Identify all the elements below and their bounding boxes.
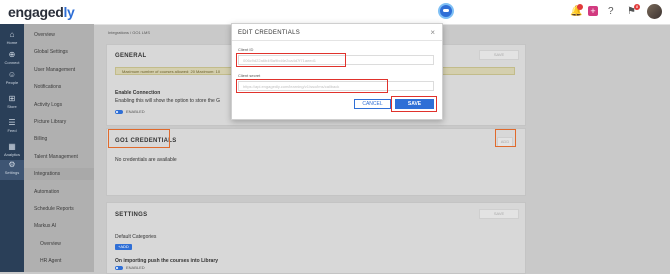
push-courses-toggle[interactable] (115, 266, 123, 270)
home-icon: ⌂ (9, 30, 15, 39)
credentials-title-highlight (108, 129, 170, 148)
assistant-mascot-icon[interactable] (438, 3, 454, 19)
rail-item-label: Store (7, 104, 17, 109)
settings-card: SETTINGS SAVE Default Categories +ADD On… (106, 202, 526, 274)
help-icon[interactable]: ? (608, 6, 614, 17)
subnav-item[interactable]: Talent Management (34, 154, 78, 160)
brand-logo-prefix: engaged (8, 4, 64, 20)
subnav-item[interactable]: Automation (34, 189, 59, 195)
subnav-item[interactable]: User Management (34, 67, 75, 73)
subnav-item[interactable]: Markus AI (34, 223, 56, 229)
general-title: GENERAL (115, 53, 147, 59)
subnav-item[interactable]: Overview (40, 241, 61, 247)
save-button-highlight (391, 96, 437, 112)
rail-item-people[interactable]: ☺ People (0, 70, 24, 90)
rail-item-settings[interactable]: ⚙ Settings (0, 160, 24, 180)
rail-item-analytics[interactable]: ▦ Analytics (0, 142, 24, 162)
avatar[interactable] (647, 4, 662, 19)
subnav-item[interactable]: Overview (34, 32, 55, 38)
default-categories-label: Default Categories (115, 234, 157, 240)
push-courses-toggle-label: ENABLED (126, 265, 145, 270)
analytics-icon: ▦ (8, 142, 16, 151)
rail-item-label: Home (6, 40, 18, 45)
rail-item-store[interactable]: ⊞ Store (0, 94, 24, 114)
rail-item-label: Connect (4, 60, 20, 65)
rail-item-label: Feed (7, 128, 17, 133)
notification-dot (577, 4, 583, 10)
enable-connection-toggle[interactable] (115, 110, 123, 114)
push-courses-label: On importing push the courses into Libra… (115, 258, 219, 264)
enable-connection-toggle-label: ENABLED (126, 109, 145, 114)
settings-icon: ⚙ (8, 160, 16, 169)
people-icon: ☺ (7, 70, 17, 79)
store-icon: ⊞ (8, 94, 16, 103)
rail-item-label: Analytics (3, 152, 20, 157)
subnav-item[interactable]: Activity Logs (34, 102, 62, 108)
subnav-item[interactable]: Integrations (24, 168, 94, 181)
rail-item-label: People (5, 80, 19, 85)
dialog-title: EDIT CREDENTIALS (238, 30, 301, 36)
enable-connection-title: Enable Connection (115, 90, 161, 96)
client-id-label: Client ID (238, 47, 254, 52)
brand-logo-suffix: ly (63, 4, 75, 20)
close-icon[interactable]: × (430, 28, 435, 37)
subnav-item[interactable]: HR Agent (40, 258, 61, 264)
client-secret-highlight (236, 79, 388, 93)
brand-logo[interactable]: engagedly (8, 4, 75, 20)
subnav-item[interactable]: Schedule Reports (34, 206, 74, 212)
subnav-item[interactable]: Picture Library (34, 119, 66, 125)
client-secret-label: Client secret (238, 73, 261, 78)
settings-save-button[interactable]: SAVE (479, 209, 519, 219)
enable-connection-desc: Enabling this will show the option to st… (115, 98, 221, 104)
feed-icon: ☰ (8, 118, 16, 127)
rail-item-connect[interactable]: ⊕ Connect (0, 50, 24, 70)
rail-item-label: Settings (4, 170, 20, 175)
subnav-item[interactable]: Notifications (34, 84, 61, 90)
add-button-highlight (495, 129, 516, 147)
top-bar: engagedly 🔔 + ? ⚑ 8 (0, 0, 670, 25)
inbox-count-badge: 8 (634, 4, 640, 10)
subnav-item[interactable]: Global Settings (34, 49, 68, 55)
add-button[interactable]: + (588, 6, 598, 16)
settings-subnav: Overview Global Settings User Management No… (24, 24, 94, 272)
add-category-chip[interactable]: +ADD (115, 244, 132, 250)
rail-item-home[interactable]: ⌂ Home (0, 30, 24, 50)
no-credentials-text: No credentials are available (115, 157, 177, 163)
breadcrumb[interactable]: Integrations / GO1 LMS (108, 30, 150, 35)
edit-credentials-dialog: EDIT CREDENTIALS × Client ID Client secr… (231, 23, 443, 120)
primary-nav: ⌂ Home ⊕ Connect ☺ People ⊞ Store ☰ Feed ▦ Analytic… (0, 24, 24, 272)
settings-title: SETTINGS (115, 212, 148, 218)
cancel-button[interactable]: CANCEL (354, 99, 391, 109)
rail-item-feed[interactable]: ☰ Feed (0, 118, 24, 138)
general-save-button[interactable]: SAVE (479, 50, 519, 60)
connect-icon: ⊕ (8, 50, 16, 59)
client-id-highlight (236, 53, 346, 67)
subnav-item[interactable]: Billing (34, 136, 47, 142)
dialog-divider (232, 40, 442, 41)
